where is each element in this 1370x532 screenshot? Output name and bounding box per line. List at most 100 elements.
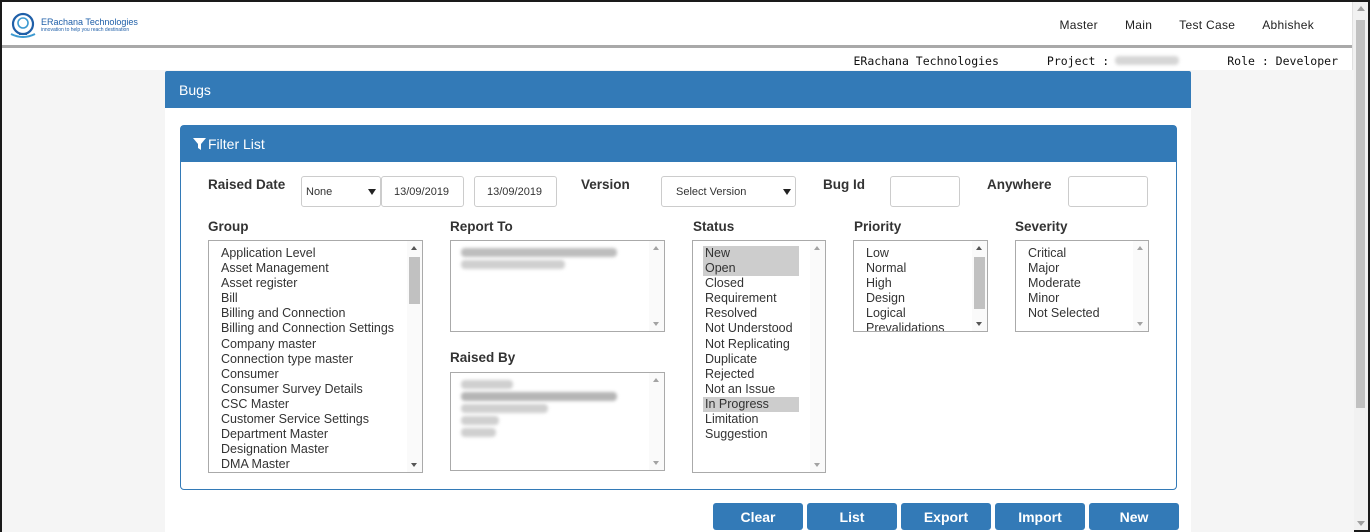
brand-logo[interactable]: ERachana Technologies innovation to help… [8,10,138,40]
raised-by-item-redacted[interactable] [461,380,513,389]
list-item[interactable]: Application Level [221,246,406,261]
version-select-value: Select Version [676,186,747,198]
raised-by-item-redacted[interactable] [461,428,496,437]
severity-list-scrollbar[interactable] [1133,241,1148,331]
list-item[interactable]: Requirement [705,291,799,306]
report-to-item-redacted[interactable] [461,260,565,269]
nav-user[interactable]: Abhishek [1262,18,1314,32]
chevron-down-icon [368,189,376,195]
scroll-down-icon[interactable] [1137,322,1143,326]
date-to-input[interactable]: 13/09/2019 [474,176,557,207]
raised-by-item-redacted[interactable] [461,416,500,425]
scroll-down-icon[interactable] [814,463,820,467]
status-list-scrollbar[interactable] [810,241,825,472]
list-item[interactable]: Company master [221,337,406,352]
list-item[interactable]: Moderate [1028,276,1132,291]
list-item[interactable]: CSC Master [221,397,406,412]
list-item[interactable]: High [866,276,971,291]
list-item[interactable]: Suggestion [705,427,799,442]
scroll-up-icon[interactable] [653,378,659,382]
list-item[interactable]: Duplicate [705,352,799,367]
anywhere-input[interactable] [1068,176,1148,207]
action-buttons: Clear List Export Import New [713,503,1179,530]
list-item[interactable]: Rejected [705,367,799,382]
list-item[interactable]: DMA Master [221,457,406,472]
scroll-down-icon[interactable] [653,461,659,465]
list-item[interactable]: Asset Management [221,261,406,276]
raised-by-list-scrollbar[interactable] [649,373,664,470]
list-item[interactable]: Critical [1028,246,1132,261]
new-button[interactable]: New [1089,503,1179,530]
list-item[interactable]: Billing and Connection Settings [221,321,406,336]
list-item[interactable]: Bill [221,291,406,306]
list-item[interactable]: Designation Master [221,442,406,457]
scroll-down-icon[interactable] [411,463,417,467]
scroll-down-icon[interactable] [1357,521,1365,526]
raised-by-item-redacted[interactable] [461,404,548,413]
list-item[interactable]: Low [866,246,971,261]
list-item[interactable]: Design [866,291,971,306]
info-bar: ERachana Technologies Project : Role : D… [854,54,1339,68]
list-item[interactable]: Not Selected [1028,306,1132,321]
list-item[interactable]: Asset register [221,276,406,291]
brand-name: ERachana Technologies [41,16,138,27]
list-item[interactable]: Prevalidations [866,321,971,331]
report-to-list-scrollbar[interactable] [649,241,664,331]
report-to-item-redacted[interactable] [461,248,617,257]
scroll-down-icon[interactable] [976,322,982,326]
list-item[interactable]: Not Understood [705,321,799,336]
list-item[interactable]: Normal [866,261,971,276]
raised-by-listbox[interactable] [450,372,665,471]
group-label: Group [208,219,249,234]
bug-id-input[interactable] [890,176,960,207]
page-scrollbar[interactable] [1352,2,1368,530]
status-listbox[interactable]: New Open Closed Requirement Resolved Not… [692,240,826,473]
priority-list-scrollbar[interactable] [972,241,987,331]
raised-date-select-value: None [306,186,333,198]
list-item[interactable]: Closed [705,276,799,291]
list-item[interactable]: Not an Issue [705,382,799,397]
raised-by-item-redacted[interactable] [461,392,617,401]
list-item[interactable]: Minor [1028,291,1132,306]
list-item[interactable]: Consumer Survey Details [221,382,406,397]
severity-listbox[interactable]: Critical Major Moderate Minor Not Select… [1015,240,1149,332]
list-item[interactable]: Major [1028,261,1132,276]
export-button[interactable]: Export [901,503,991,530]
scroll-up-icon[interactable] [976,246,982,250]
list-item[interactable]: Customer Service Settings [221,412,406,427]
list-item[interactable]: Open [703,261,799,277]
clear-button[interactable]: Clear [713,503,803,530]
scroll-up-icon[interactable] [1357,6,1365,11]
list-item[interactable]: Resolved [705,306,799,321]
version-select[interactable]: Select Version [661,176,796,207]
list-item[interactable]: New [703,246,799,262]
list-item[interactable]: Not Replicating [705,337,799,352]
nav-test-case[interactable]: Test Case [1179,18,1235,32]
raised-date-select[interactable]: None [301,176,381,207]
scroll-thumb[interactable] [1356,20,1365,408]
list-button[interactable]: List [807,503,897,530]
list-item[interactable]: Billing and Connection [221,306,406,321]
list-item[interactable]: Limitation [705,412,799,427]
priority-listbox[interactable]: Low Normal High Design Logical Prevalida… [853,240,988,332]
report-to-listbox[interactable] [450,240,665,332]
list-item[interactable]: Department Master [221,427,406,442]
scroll-up-icon[interactable] [653,246,659,250]
scroll-up-icon[interactable] [411,246,417,250]
date-from-input[interactable]: 13/09/2019 [381,176,464,207]
list-item[interactable]: In Progress [703,396,799,413]
scroll-up-icon[interactable] [1137,246,1143,250]
list-item[interactable]: Consumer [221,367,406,382]
list-item[interactable]: Logical [866,306,971,321]
import-button[interactable]: Import [995,503,1085,530]
scroll-down-icon[interactable] [653,322,659,326]
info-project: Project : [1047,54,1180,68]
list-item[interactable]: Connection type master [221,352,406,367]
nav-master[interactable]: Master [1059,18,1097,32]
scroll-thumb[interactable] [974,257,985,309]
scroll-up-icon[interactable] [814,246,820,250]
group-list-scrollbar[interactable] [407,241,422,472]
group-listbox[interactable]: Application Level Asset Management Asset… [208,240,423,473]
nav-main[interactable]: Main [1125,18,1152,32]
scroll-thumb[interactable] [409,257,420,304]
